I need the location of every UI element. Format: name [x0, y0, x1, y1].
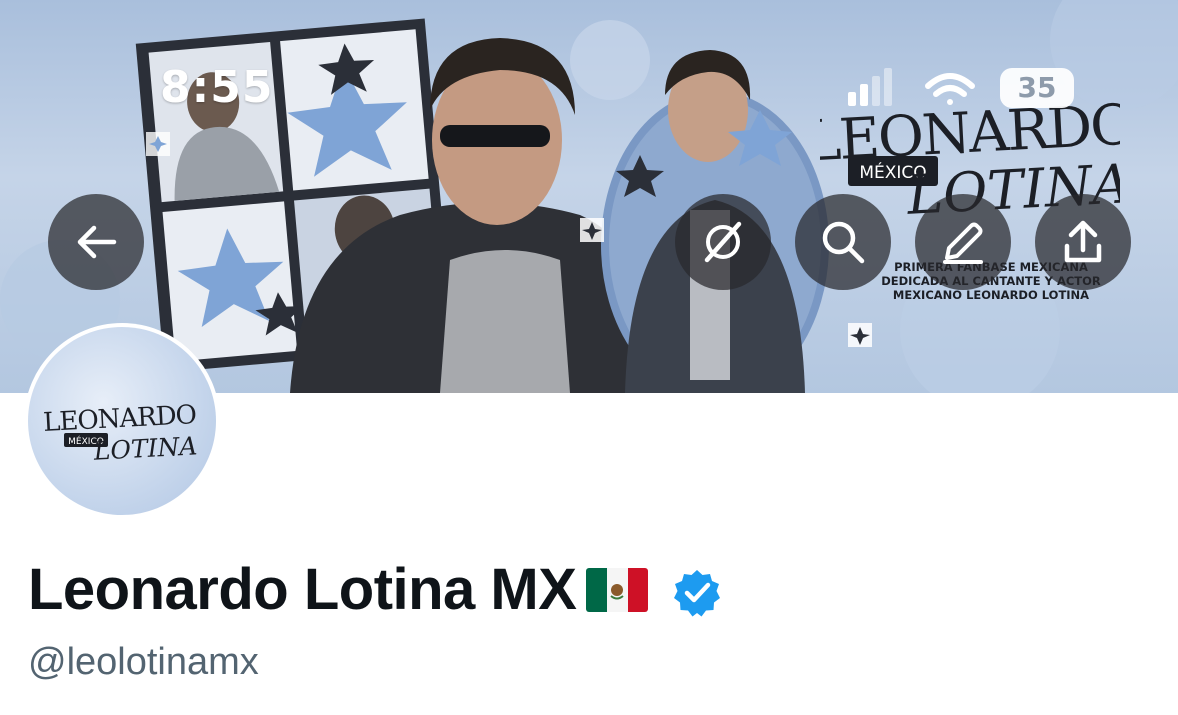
search-icon [822, 221, 865, 264]
profile-avatar[interactable]: LEONARDO MÉXICO LOTINA [24, 323, 220, 519]
profile-handle: @leolotinamx [28, 641, 259, 683]
mexico-flag-icon [586, 567, 649, 612]
display-name-text: Leonardo Lotina MX [28, 557, 577, 622]
cellular-signal-icon [848, 68, 975, 106]
edit-button[interactable] [915, 194, 1011, 290]
battery-icon: 35 [1000, 68, 1074, 108]
verified-badge-icon[interactable] [672, 565, 722, 616]
back-button[interactable] [48, 194, 144, 290]
search-button[interactable] [795, 194, 891, 290]
back-arrow-icon [77, 225, 117, 259]
edit-pencil-icon [943, 222, 983, 264]
avatar-image: LEONARDO MÉXICO LOTINA [28, 327, 216, 515]
banner-tagline-line3: MEXICANO LEONARDO LOTINA [892, 288, 1090, 302]
grok-icon [704, 221, 742, 263]
share-button[interactable] [1035, 194, 1131, 290]
avatar-logo-line2: LOTINA [92, 431, 198, 465]
avatar-logo: LEONARDO MÉXICO LOTINA [42, 400, 198, 466]
share-upload-icon [1064, 220, 1102, 263]
profile-banner[interactable]: LEONARDO MÉXICO LOTINA PRIMERA FANBASE M… [0, 0, 1178, 393]
profile-display-name: Leonardo Lotina MX [28, 556, 722, 623]
grok-button[interactable] [675, 194, 771, 290]
wifi-icon [925, 73, 975, 105]
status-time: 8:55 [160, 62, 274, 113]
